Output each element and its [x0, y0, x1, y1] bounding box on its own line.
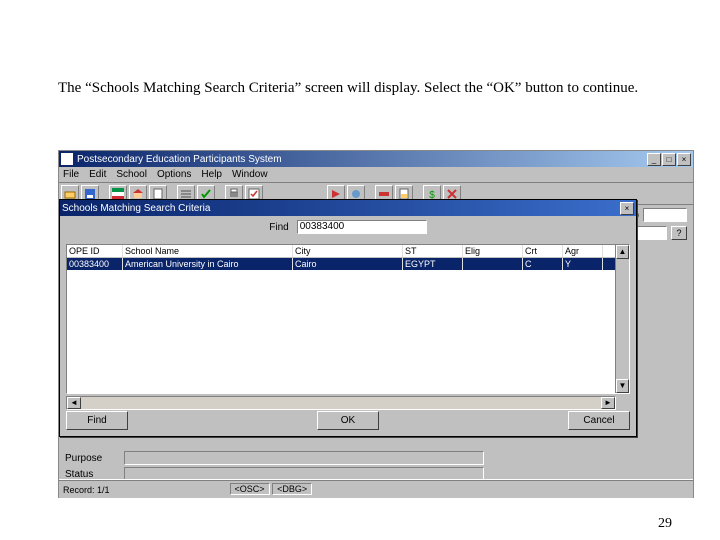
dialog-close-button[interactable]: ×: [620, 202, 634, 215]
menu-options[interactable]: Options: [157, 169, 191, 180]
col-agr: Agr: [563, 245, 603, 257]
find-row: Find 00383400: [60, 216, 636, 238]
cell-crt: C: [523, 258, 563, 270]
instruction-text: The “Schools Matching Search Criteria” s…: [58, 78, 662, 99]
status-record: Record: 1/1: [63, 485, 110, 495]
col-elig: Elig: [463, 245, 523, 257]
help-button[interactable]: ?: [671, 226, 687, 240]
col-crt: Crt: [523, 245, 563, 257]
menu-window[interactable]: Window: [232, 169, 268, 180]
app-icon: [61, 153, 73, 165]
cell-opeid: 00383400: [67, 258, 123, 270]
close-button[interactable]: ×: [677, 153, 691, 166]
dialog-title: Schools Matching Search Criteria: [62, 203, 620, 214]
col-st: ST: [403, 245, 463, 257]
search-results-dialog: Schools Matching Search Criteria × Find …: [59, 199, 637, 437]
main-title: Postsecondary Education Participants Sys…: [77, 154, 647, 165]
scroll-right-icon[interactable]: ►: [601, 397, 615, 409]
dbg-indicator: <DBG>: [272, 483, 312, 495]
minimize-button[interactable]: _: [647, 153, 661, 166]
menu-help[interactable]: Help: [201, 169, 222, 180]
menu-edit[interactable]: Edit: [89, 169, 106, 180]
status-label: Status: [65, 469, 120, 480]
results-grid: OPE ID School Name City ST Elig Crt Agr …: [66, 244, 630, 394]
main-titlebar: Postsecondary Education Participants Sys…: [59, 151, 693, 167]
col-city: City: [293, 245, 403, 257]
purpose-field[interactable]: [124, 451, 484, 465]
purpose-label: Purpose: [65, 453, 120, 464]
cell-st: EGYPT: [403, 258, 463, 270]
dialog-titlebar: Schools Matching Search Criteria ×: [60, 200, 636, 216]
find-input[interactable]: 00383400: [297, 220, 427, 234]
menu-file[interactable]: File: [63, 169, 79, 180]
cell-elig: [463, 258, 523, 270]
maximize-button[interactable]: □: [662, 153, 676, 166]
cell-city: Cairo: [293, 258, 403, 270]
menu-bar: File Edit School Options Help Window: [59, 167, 693, 183]
zip-field[interactable]: [643, 208, 687, 222]
col-opeid: OPE ID: [67, 245, 123, 257]
page-number: 29: [658, 516, 672, 532]
table-row[interactable]: 00383400 American University in Cairo Ca…: [67, 258, 629, 270]
scroll-up-icon[interactable]: ▲: [616, 245, 629, 259]
dialog-button-row: Find OK Cancel: [66, 410, 630, 430]
scroll-down-icon[interactable]: ▼: [616, 379, 629, 393]
svg-text:$: $: [429, 190, 435, 200]
scroll-track[interactable]: [81, 397, 601, 409]
ok-button[interactable]: OK: [317, 411, 379, 430]
cancel-button[interactable]: Cancel: [568, 411, 630, 430]
osc-indicator: <OSC>: [230, 483, 270, 495]
find-button[interactable]: Find: [66, 411, 128, 430]
main-app-window: Postsecondary Education Participants Sys…: [58, 150, 694, 498]
cell-agr: Y: [563, 258, 603, 270]
grid-header: OPE ID School Name City ST Elig Crt Agr: [67, 245, 629, 258]
cell-school: American University in Cairo: [123, 258, 293, 270]
menu-school[interactable]: School: [116, 169, 147, 180]
col-school: School Name: [123, 245, 293, 257]
vertical-scrollbar[interactable]: ▲ ▼: [615, 245, 629, 393]
horizontal-scrollbar[interactable]: ◄ ►: [66, 396, 616, 410]
scroll-left-icon[interactable]: ◄: [67, 397, 81, 409]
find-label: Find: [269, 222, 288, 233]
